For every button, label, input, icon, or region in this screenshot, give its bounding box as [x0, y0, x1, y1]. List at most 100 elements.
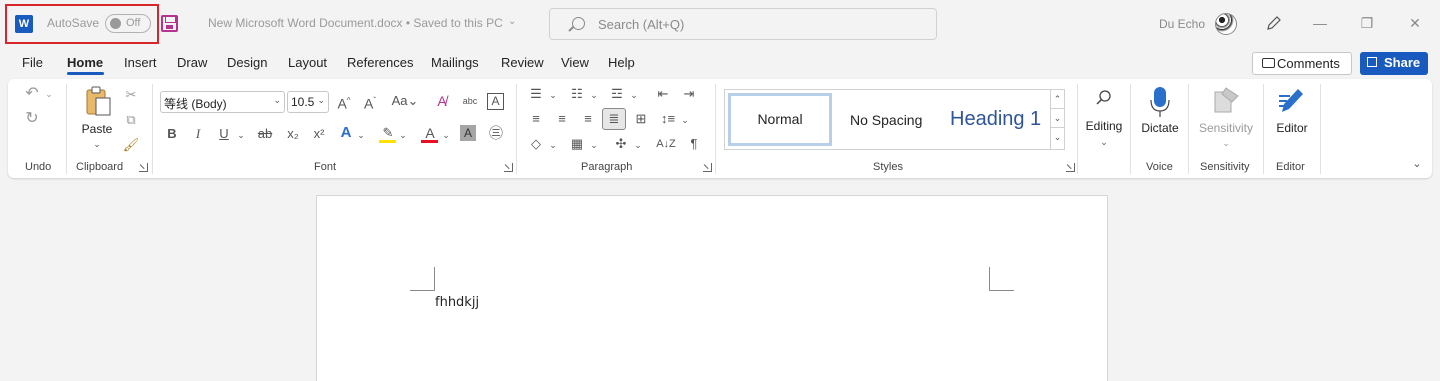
- numbering-icon[interactable]: ☷: [568, 85, 586, 103]
- minimize-icon[interactable]: —: [1311, 14, 1329, 32]
- increase-indent-icon[interactable]: ⇥: [680, 85, 698, 103]
- style-heading-1[interactable]: Heading 1: [950, 108, 1041, 131]
- text-effects-icon[interactable]: A: [337, 124, 355, 142]
- asian-layout-icon[interactable]: ✣: [612, 135, 630, 153]
- share-button[interactable]: Share: [1360, 52, 1428, 75]
- shading-icon[interactable]: ◇: [527, 135, 545, 153]
- strikethrough-icon[interactable]: ab: [256, 125, 274, 143]
- chevron-up-icon[interactable]: ⌃: [1051, 90, 1064, 109]
- bullets-icon[interactable]: ☰: [527, 85, 545, 103]
- decrease-indent-icon[interactable]: ⇤: [654, 85, 672, 103]
- sensitivity-icon[interactable]: [1212, 86, 1240, 114]
- pen-icon[interactable]: [1266, 15, 1282, 31]
- show-paragraph-marks-icon[interactable]: ¶: [686, 135, 702, 153]
- align-left-icon[interactable]: ≡: [527, 110, 545, 128]
- search-box[interactable]: Search (Alt+Q): [549, 8, 937, 40]
- copy-icon[interactable]: ⧉: [122, 111, 140, 129]
- chevron-down-icon[interactable]: ⌄: [1098, 133, 1110, 151]
- phonetic-guide-icon[interactable]: abc: [460, 92, 480, 110]
- chevron-down-icon[interactable]: ⌄: [548, 136, 558, 154]
- redo-icon[interactable]: ↻: [23, 110, 41, 128]
- style-normal[interactable]: Normal: [728, 93, 832, 146]
- format-painter-icon[interactable]: 🖌: [122, 136, 140, 154]
- multilevel-list-icon[interactable]: ☲: [608, 85, 626, 103]
- character-shading-icon[interactable]: A: [460, 125, 476, 141]
- tab-home[interactable]: Home: [67, 55, 103, 70]
- paste-icon[interactable]: [84, 86, 112, 116]
- save-icon[interactable]: [161, 15, 178, 32]
- dictate-label[interactable]: Dictate: [1137, 121, 1183, 135]
- superscript-icon[interactable]: x²: [310, 125, 328, 143]
- underline-icon[interactable]: U: [217, 125, 231, 143]
- chevron-down-icon[interactable]: ⌄: [356, 126, 366, 144]
- tab-insert[interactable]: Insert: [124, 55, 157, 70]
- ribbon-separator: [1130, 84, 1131, 174]
- menu-bar: File Home Insert Draw Design Layout Refe…: [0, 48, 1440, 78]
- tab-view[interactable]: View: [561, 55, 589, 70]
- enclose-characters-icon[interactable]: A: [487, 93, 504, 110]
- more-styles-icon[interactable]: ⌄: [1051, 128, 1064, 147]
- borders-icon[interactable]: ▦: [568, 135, 586, 153]
- chevron-down-icon[interactable]: ⌄: [680, 111, 690, 129]
- chevron-down-icon[interactable]: ⌄: [508, 16, 516, 27]
- chevron-down-icon[interactable]: ⌄: [633, 136, 643, 154]
- tab-help[interactable]: Help: [608, 55, 635, 70]
- document-text[interactable]: fhhdkjj: [435, 295, 479, 310]
- font-launcher-icon[interactable]: [504, 163, 513, 172]
- find-icon[interactable]: [1095, 89, 1113, 107]
- undo-icon[interactable]: ↶: [23, 85, 41, 103]
- chevron-down-icon[interactable]: ⌄: [548, 86, 558, 104]
- clipboard-launcher-icon[interactable]: [139, 163, 148, 172]
- change-case-icon[interactable]: Aa⌄: [389, 92, 421, 110]
- chevron-down-icon[interactable]: ⌄: [1051, 109, 1064, 128]
- tab-references[interactable]: References: [347, 55, 413, 70]
- justify-icon[interactable]: ≣: [602, 108, 626, 130]
- close-icon[interactable]: ✕: [1406, 14, 1424, 32]
- align-right-icon[interactable]: ≡: [579, 110, 597, 128]
- clear-formatting-icon[interactable]: A̸: [433, 92, 451, 110]
- paste-label[interactable]: Paste: [78, 122, 116, 136]
- editing-label[interactable]: Editing: [1082, 119, 1126, 133]
- undo-dropdown-icon[interactable]: ⌄: [44, 85, 54, 103]
- microphone-icon[interactable]: [1149, 86, 1171, 118]
- editor-icon[interactable]: [1276, 86, 1306, 116]
- subscript-icon[interactable]: x₂: [284, 125, 302, 143]
- sort-icon[interactable]: A↓Z: [656, 135, 676, 153]
- tab-layout[interactable]: Layout: [288, 55, 327, 70]
- font-size-select[interactable]: 10.5 ⌄: [287, 91, 329, 113]
- paste-dropdown-icon[interactable]: ⌄: [90, 135, 104, 153]
- paragraph-launcher-icon[interactable]: [703, 163, 712, 172]
- font-name-select[interactable]: 等线 (Body) ⌄: [160, 91, 285, 113]
- user-name[interactable]: Du Echo: [1159, 17, 1205, 31]
- restore-icon[interactable]: ❐: [1358, 14, 1376, 32]
- encircle-character-icon[interactable]: ㊂: [487, 124, 505, 142]
- tab-draw[interactable]: Draw: [177, 55, 207, 70]
- distributed-icon[interactable]: ⊞: [632, 110, 650, 128]
- chevron-down-icon[interactable]: ⌄: [398, 126, 408, 144]
- collapse-ribbon-icon[interactable]: ⌄: [1409, 155, 1425, 173]
- chevron-down-icon[interactable]: ⌄: [589, 136, 599, 154]
- cut-icon[interactable]: ✂: [122, 86, 140, 104]
- align-center-icon[interactable]: ≡: [553, 110, 571, 128]
- styles-launcher-icon[interactable]: [1066, 163, 1075, 172]
- grow-font-icon[interactable]: A^: [335, 92, 353, 113]
- tab-file[interactable]: File: [22, 55, 43, 70]
- tab-mailings[interactable]: Mailings: [431, 55, 479, 70]
- shrink-font-icon[interactable]: Aˇ: [361, 92, 379, 113]
- avatar[interactable]: [1215, 13, 1237, 35]
- chevron-down-icon[interactable]: ⌄: [629, 86, 639, 104]
- tab-review[interactable]: Review: [501, 55, 544, 70]
- tab-design[interactable]: Design: [227, 55, 267, 70]
- line-spacing-icon[interactable]: ↕≡: [659, 110, 677, 128]
- style-no-spacing[interactable]: No Spacing: [850, 112, 922, 128]
- chevron-down-icon[interactable]: ⌄: [1220, 134, 1232, 152]
- chevron-down-icon[interactable]: ⌄: [589, 86, 599, 104]
- bold-icon[interactable]: B: [165, 125, 179, 143]
- chevron-down-icon[interactable]: ⌄: [441, 126, 451, 144]
- document-title[interactable]: New Microsoft Word Document.docx • Saved…: [208, 16, 503, 30]
- editor-label[interactable]: Editor: [1270, 121, 1314, 135]
- comments-button[interactable]: Comments: [1252, 52, 1352, 75]
- italic-icon[interactable]: I: [191, 125, 205, 143]
- chevron-down-icon[interactable]: ⌄: [236, 126, 246, 144]
- sensitivity-label[interactable]: Sensitivity: [1194, 121, 1258, 135]
